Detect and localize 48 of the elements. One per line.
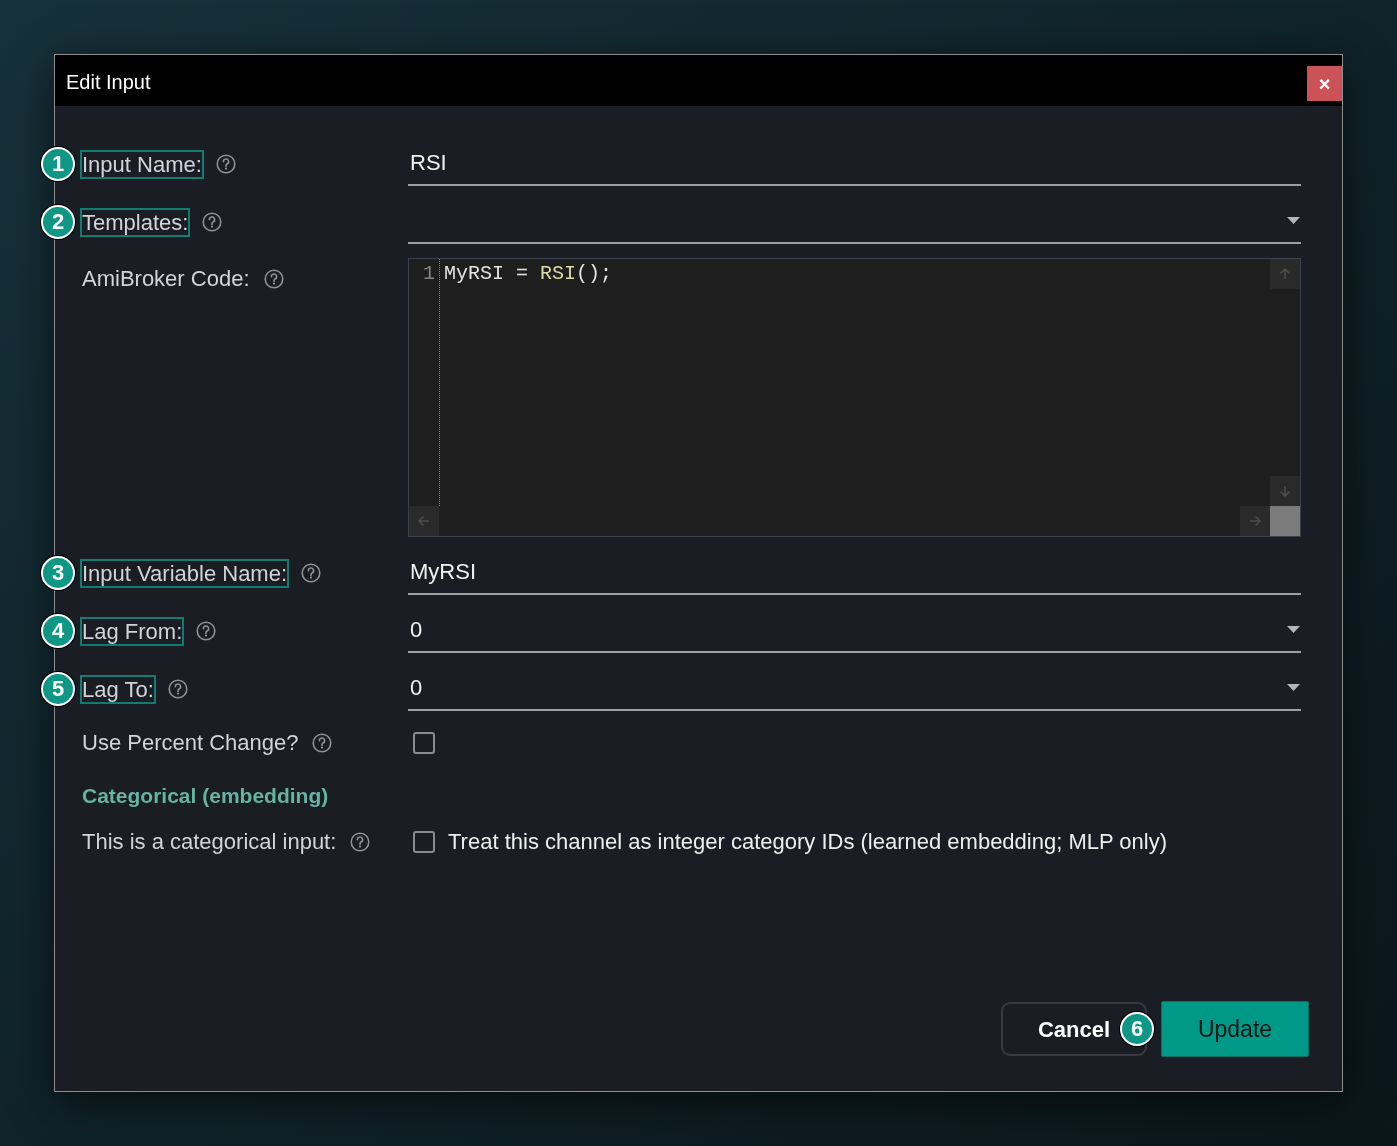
section-heading: Categorical (embedding) bbox=[82, 783, 329, 809]
code-line: MyRSI = RSI(); bbox=[444, 261, 614, 287]
arrow-left-icon bbox=[417, 514, 431, 528]
field-label: Input Variable Name: bbox=[80, 558, 290, 588]
field-label: Templates: bbox=[80, 207, 191, 237]
code-editor[interactable]: 1 MyRSI = RSI(); bbox=[408, 258, 1301, 537]
scroll-up-button[interactable] bbox=[1270, 259, 1300, 289]
help-icon bbox=[312, 732, 333, 753]
caret-down-icon bbox=[1287, 216, 1300, 224]
arrow-down-icon bbox=[1278, 484, 1292, 498]
field-label: Lag From: bbox=[80, 616, 185, 646]
checkbox[interactable] bbox=[413, 731, 435, 754]
step-marker: 3 bbox=[41, 556, 75, 590]
scroll-down-button[interactable] bbox=[1270, 476, 1300, 506]
field-label: AmiBroker Code: bbox=[81, 265, 251, 293]
text-field[interactable]: MyRSI bbox=[408, 551, 1301, 595]
select-field[interactable]: 0 bbox=[408, 609, 1301, 653]
window-title: Edit Input bbox=[66, 70, 151, 95]
checkbox[interactable] bbox=[413, 830, 435, 853]
caret-down-icon bbox=[1287, 683, 1300, 691]
help-icon bbox=[202, 212, 223, 232]
step-marker: 1 bbox=[41, 147, 75, 181]
help-icon bbox=[167, 679, 188, 699]
help-icon bbox=[196, 621, 217, 641]
scroll-right-button[interactable] bbox=[1240, 506, 1270, 536]
scroll-left-button[interactable] bbox=[409, 506, 439, 536]
help-icon bbox=[301, 563, 322, 583]
checkbox-label: Treat this channel as integer category IDs (learned embedding; MLP only) bbox=[448, 827, 1168, 856]
help-icon bbox=[350, 831, 371, 852]
update-button[interactable]: Update bbox=[1161, 1001, 1309, 1057]
field-label: Use Percent Change? bbox=[81, 729, 300, 757]
step-marker: 5 bbox=[41, 672, 75, 706]
field-label: Input Name: bbox=[80, 149, 204, 179]
step-marker: 2 bbox=[41, 205, 75, 239]
help-icon bbox=[215, 154, 236, 174]
select-field[interactable]: 0 bbox=[408, 667, 1301, 711]
line-number: 1 bbox=[423, 261, 435, 287]
help-icon bbox=[263, 268, 284, 289]
caret-down-icon bbox=[1287, 625, 1300, 633]
field-label: Lag To: bbox=[80, 674, 156, 704]
close-button[interactable]: × bbox=[1307, 66, 1342, 101]
step-marker: 4 bbox=[41, 614, 75, 648]
field-label: This is a categorical input: bbox=[81, 828, 338, 856]
step-marker: 6 bbox=[1120, 1012, 1154, 1046]
text-field[interactable]: RSI bbox=[408, 142, 1301, 186]
arrow-right-icon bbox=[1248, 514, 1262, 528]
arrow-up-icon bbox=[1278, 267, 1292, 281]
scrollbar-corner bbox=[1270, 506, 1300, 536]
